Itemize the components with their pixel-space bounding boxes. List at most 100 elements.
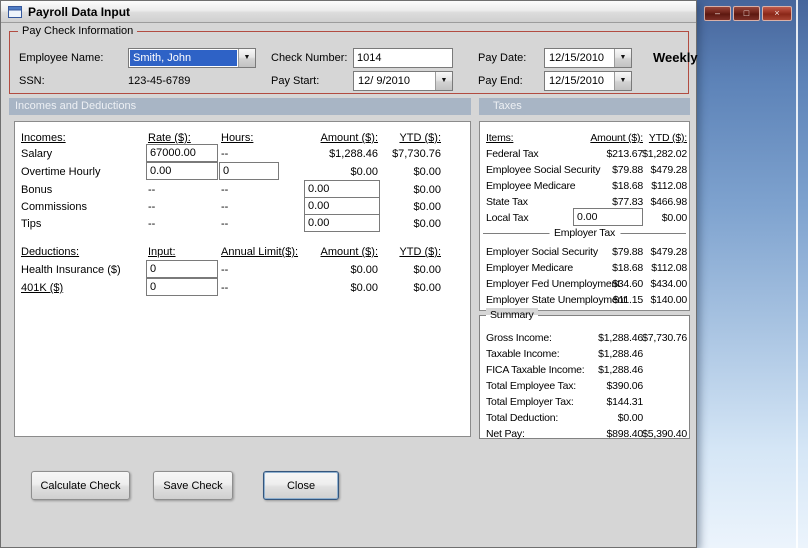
- fica-taxable-income-amount: $1,288.46: [598, 364, 643, 376]
- outer-maximize-button[interactable]: □: [733, 6, 760, 21]
- incomes-header-row: Incomes: Rate ($): Hours: Amount ($): YT…: [15, 130, 470, 146]
- ssn-value: 123-45-6789: [128, 75, 191, 87]
- pay-start-select[interactable]: 12/ 9/2010 ▼: [353, 71, 453, 91]
- pay-end-label: Pay End:: [478, 75, 523, 87]
- commissions-hours: --: [221, 201, 229, 213]
- total-employer-tax-amount: $144.31: [606, 396, 643, 408]
- table-row-commissions: Commissions -- -- $0.00: [15, 197, 470, 215]
- overtime-hours-input[interactable]: [219, 162, 279, 180]
- outer-minimize-button[interactable]: –: [704, 6, 731, 21]
- pay-date-select[interactable]: 12/15/2010 ▼: [544, 48, 632, 68]
- commissions-ytd: $0.00: [413, 201, 441, 213]
- health-insurance-input[interactable]: [146, 260, 218, 278]
- row-label: Total Employee Tax:: [486, 380, 576, 392]
- calculate-check-button[interactable]: Calculate Check: [31, 471, 130, 500]
- overtime-ytd: $0.00: [413, 166, 441, 178]
- state-tax-ytd: $466.98: [650, 196, 687, 208]
- employee-ss-ytd: $479.28: [650, 164, 687, 176]
- tips-ytd: $0.00: [413, 218, 441, 230]
- table-row-employee-medicare: Employee Medicare $18.68 $112.08: [480, 178, 689, 194]
- summary-row-net-pay: Net Pay: $898.40 $5,390.40: [480, 426, 689, 442]
- chevron-down-icon[interactable]: ▼: [238, 49, 255, 67]
- row-label: Taxable Income:: [486, 348, 560, 360]
- col-ytd: YTD ($):: [648, 132, 687, 144]
- tips-amount-input[interactable]: [304, 214, 380, 232]
- overtime-rate-input[interactable]: [146, 162, 218, 180]
- taxes-panel: Items: Amount ($): YTD ($): Federal Tax …: [479, 121, 690, 311]
- chevron-down-icon[interactable]: ▼: [614, 72, 631, 90]
- row-label: Tips: [21, 218, 42, 230]
- pay-end-select[interactable]: 12/15/2010 ▼: [544, 71, 632, 91]
- background-window-edge: [796, 0, 798, 548]
- employer-medicare-amount: $18.68: [612, 262, 643, 274]
- outer-close-button[interactable]: ×: [762, 6, 792, 21]
- salary-ytd: $7,730.76: [392, 148, 441, 160]
- row-label: FICA Taxable Income:: [486, 364, 585, 376]
- row-label: Commissions: [21, 201, 88, 213]
- table-row-employer-state-unemployment: Employer State Unemployment $11.15 $140.…: [480, 292, 689, 308]
- close-button[interactable]: Close: [263, 471, 339, 500]
- row-label: Gross Income:: [486, 332, 552, 344]
- incomes-section-header: Incomes and Deductions: [9, 98, 471, 115]
- title-bar[interactable]: Payroll Data Input: [1, 1, 696, 23]
- payroll-window: Payroll Data Input Pay Check Information…: [0, 0, 698, 548]
- employee-medicare-amount: $18.68: [612, 180, 643, 192]
- chevron-down-icon[interactable]: ▼: [435, 72, 452, 90]
- summary-row-total-employee-tax: Total Employee Tax: $390.06: [480, 378, 689, 394]
- minimize-icon: –: [714, 8, 720, 18]
- health-insurance-ytd: $0.00: [413, 264, 441, 276]
- local-tax-ytd: $0.00: [661, 212, 687, 224]
- table-row-health-insurance: Health Insurance ($) -- $0.00 $0.00: [15, 260, 470, 278]
- row-label: Federal Tax: [486, 148, 539, 160]
- taxes-header-row: Items: Amount ($): YTD ($):: [480, 130, 689, 146]
- check-number-input[interactable]: [353, 48, 453, 68]
- save-check-button[interactable]: Save Check: [153, 471, 233, 500]
- bonus-rate: --: [148, 184, 156, 196]
- local-tax-input[interactable]: [573, 208, 643, 226]
- ssn-label: SSN:: [19, 75, 45, 87]
- check-number-label: Check Number:: [271, 52, 348, 64]
- table-row-tips: Tips -- -- $0.00: [15, 214, 470, 232]
- summary-group: Summary Gross Income: $1,288.46 $7,730.7…: [479, 308, 690, 442]
- chevron-down-icon[interactable]: ▼: [614, 49, 631, 67]
- net-pay-ytd: $5,390.40: [642, 428, 687, 440]
- col-ytd: YTD ($):: [399, 132, 441, 144]
- table-row-local-tax: Local Tax $0.00: [480, 208, 689, 226]
- summary-group-title: Summary: [486, 308, 538, 323]
- employee-name-select[interactable]: Smith, John ▼: [128, 48, 256, 68]
- table-row-401k: 401K ($) -- $0.00 $0.00: [15, 278, 470, 296]
- row-label: Salary: [21, 148, 53, 160]
- 401k-input[interactable]: [146, 278, 218, 296]
- row-label: Health Insurance ($): [21, 264, 121, 276]
- col-ytd: YTD ($):: [399, 246, 441, 258]
- health-insurance-limit: --: [221, 264, 229, 276]
- row-label: Overtime Hourly: [21, 166, 101, 178]
- employer-fed-unemployment-ytd: $434.00: [650, 278, 687, 290]
- total-employee-tax-amount: $390.06: [606, 380, 643, 392]
- row-label: 401K ($): [21, 282, 64, 294]
- overtime-amount: $0.00: [350, 166, 378, 178]
- row-label: Employer Medicare: [486, 262, 574, 274]
- incomes-deductions-panel: Incomes: Rate ($): Hours: Amount ($): YT…: [14, 121, 471, 437]
- col-amount: Amount ($):: [320, 246, 378, 258]
- gross-income-ytd: $7,730.76: [642, 332, 687, 344]
- pay-date-label: Pay Date:: [478, 52, 527, 64]
- col-input: Input:: [148, 246, 176, 258]
- summary-row-total-employer-tax: Total Employer Tax: $144.31: [480, 394, 689, 410]
- table-row-employer-fed-unemployment: Employer Fed Unemployment $34.60 $434.00: [480, 276, 689, 292]
- employee-ss-amount: $79.88: [612, 164, 643, 176]
- salary-hours: --: [221, 148, 229, 160]
- employee-name-label: Employee Name:: [19, 52, 104, 64]
- salary-rate-input[interactable]: [146, 144, 218, 162]
- row-label: Employee Social Security: [486, 164, 601, 176]
- bonus-amount-input[interactable]: [304, 180, 380, 198]
- table-row-salary: Salary -- $1,288.46 $7,730.76: [15, 144, 470, 162]
- commissions-amount-input[interactable]: [304, 197, 380, 215]
- 401k-ytd: $0.00: [413, 282, 441, 294]
- deductions-header-row: Deductions: Input: Annual Limit($): Amou…: [15, 244, 470, 260]
- summary-row-taxable: Taxable Income: $1,288.46: [480, 346, 689, 362]
- pay-start-value: 12/ 9/2010: [358, 75, 410, 87]
- maximize-icon: □: [743, 8, 750, 18]
- row-label: Local Tax: [486, 212, 529, 224]
- window-title: Payroll Data Input: [28, 5, 131, 19]
